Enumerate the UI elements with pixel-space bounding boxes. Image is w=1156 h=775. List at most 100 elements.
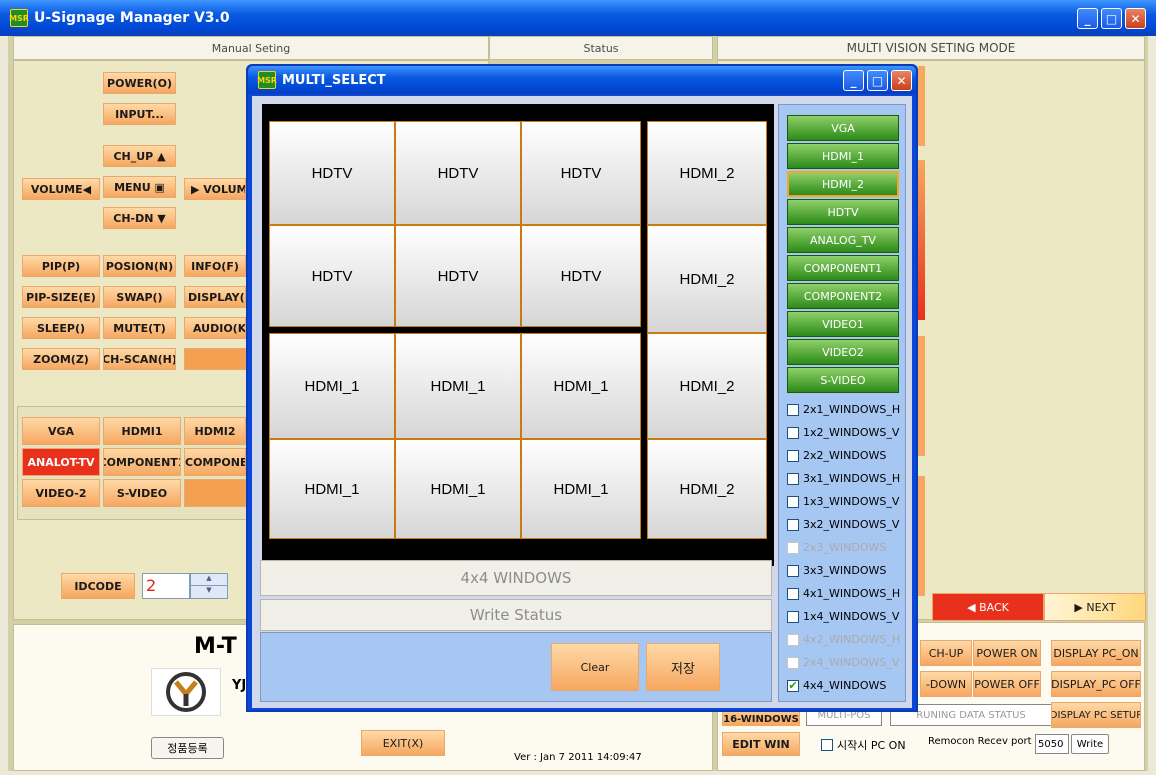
- checkmark-icon[interactable]: ✔: [787, 679, 799, 692]
- dialog-maximize-button[interactable]: □: [867, 70, 888, 91]
- input-button[interactable]: INPUT...: [103, 103, 176, 125]
- source-svideo-button[interactable]: S-VIDEO: [787, 367, 899, 393]
- save-button[interactable]: 저장: [646, 643, 720, 691]
- zoom-button[interactable]: ZOOM(Z): [22, 348, 100, 370]
- sleep-button[interactable]: SLEEP(): [22, 317, 100, 339]
- grid-cell[interactable]: HDMI_1: [521, 333, 641, 439]
- layout-checkbox[interactable]: 3x2_WINDOWS_V: [787, 518, 899, 531]
- checkbox-icon[interactable]: [787, 449, 799, 462]
- layout-checkbox[interactable]: ✔ 4x4_WINDOWS: [787, 679, 886, 692]
- source-video2-button[interactable]: VIDEO2: [787, 339, 899, 365]
- layout-checkbox[interactable]: 1x4_WINDOWS_V: [787, 610, 899, 623]
- power-on-button[interactable]: POWER ON: [973, 640, 1041, 666]
- input-svideo-button[interactable]: S-VIDEO: [103, 479, 181, 507]
- checkbox-icon[interactable]: [787, 610, 799, 623]
- volume-up-button[interactable]: ▶ VOLUM: [184, 178, 246, 200]
- checkbox-icon[interactable]: [787, 495, 799, 508]
- dialog-close-button[interactable]: ✕: [891, 70, 912, 91]
- layout-checkbox[interactable]: 3x1_WINDOWS_H: [787, 472, 900, 485]
- dialog-minimize-button[interactable]: _: [843, 70, 864, 91]
- clear-button[interactable]: Clear: [551, 643, 639, 691]
- layout-checkbox[interactable]: 1x2_WINDOWS_V: [787, 426, 899, 439]
- source-hdmi1-button[interactable]: HDMI_1: [787, 143, 899, 169]
- dialog-titlebar[interactable]: MSR MULTI_SELECT _ □ ✕: [248, 66, 916, 94]
- write-button[interactable]: Write: [1071, 734, 1109, 754]
- checkbox-icon[interactable]: [821, 739, 833, 751]
- source-vga-button[interactable]: VGA: [787, 115, 899, 141]
- source-hdmi2-button[interactable]: HDMI_2: [787, 171, 899, 197]
- volume-down-button[interactable]: VOLUME◀: [22, 178, 100, 200]
- source-component2-button[interactable]: COMPONENT2: [787, 283, 899, 309]
- menu-button[interactable]: MENU ▣: [103, 176, 176, 198]
- input-video2-button[interactable]: VIDEO-2: [22, 479, 100, 507]
- close-button[interactable]: ✕: [1125, 8, 1146, 29]
- input-blank-button[interactable]: [184, 479, 246, 507]
- layout-checkbox[interactable]: 1x3_WINDOWS_V: [787, 495, 899, 508]
- grid-cell[interactable]: HDMI_1: [521, 439, 641, 539]
- source-analog-tv-button[interactable]: ANALOG_TV: [787, 227, 899, 253]
- source-video1-button[interactable]: VIDEO1: [787, 311, 899, 337]
- grid-cell[interactable]: HDTV: [395, 121, 521, 225]
- checkbox-icon[interactable]: [787, 403, 799, 416]
- ch-up-right-button[interactable]: CH-UP: [920, 640, 972, 666]
- edit-win-button[interactable]: EDIT WIN: [722, 732, 800, 756]
- minimize-button[interactable]: _: [1077, 8, 1098, 29]
- back-button[interactable]: ◀ BACK: [932, 593, 1044, 621]
- idcode-input[interactable]: 2: [142, 573, 190, 599]
- mute-button[interactable]: MUTE(T): [103, 317, 176, 339]
- ch-dn-button[interactable]: CH-DN ▼: [103, 207, 176, 229]
- grid-cell[interactable]: HDTV: [395, 225, 521, 327]
- input-hdmi1-button[interactable]: HDMI1: [103, 417, 181, 445]
- power-button[interactable]: POWER(O): [103, 72, 176, 94]
- input-component2-button[interactable]: COMPONEN: [184, 448, 246, 476]
- input-hdmi2-button[interactable]: HDMI2: [184, 417, 246, 445]
- checkbox-icon[interactable]: [787, 587, 799, 600]
- display-pc-off-button[interactable]: DISPLAY_PC OFF: [1051, 671, 1141, 697]
- checkbox-icon[interactable]: [787, 518, 799, 531]
- checkbox-icon[interactable]: [787, 472, 799, 485]
- layout-checkbox[interactable]: 4x1_WINDOWS_H: [787, 587, 900, 600]
- grid-cell[interactable]: HDTV: [521, 121, 641, 225]
- posion-button[interactable]: POSION(N): [103, 255, 176, 277]
- grid-cell[interactable]: HDMI_1: [395, 439, 521, 539]
- swap-button[interactable]: SWAP(): [103, 286, 176, 308]
- checkbox-icon[interactable]: [787, 564, 799, 577]
- pip-button[interactable]: PIP(P): [22, 255, 100, 277]
- checkbox-icon[interactable]: [787, 426, 799, 439]
- exit-button[interactable]: EXIT(X): [361, 730, 445, 756]
- grid-cell[interactable]: HDMI_2: [647, 439, 767, 539]
- input-vga-button[interactable]: VGA: [22, 417, 100, 445]
- pip-size-button[interactable]: PIP-SIZE(E): [22, 286, 100, 308]
- grid-cell[interactable]: HDTV: [269, 225, 395, 327]
- register-button[interactable]: 정품등록: [151, 737, 224, 759]
- ch-scan-button[interactable]: CH-SCAN(H): [103, 348, 176, 370]
- grid-cell[interactable]: HDMI_1: [395, 333, 521, 439]
- grid-cell[interactable]: HDMI_1: [269, 333, 395, 439]
- grid-cell[interactable]: HDTV: [521, 225, 641, 327]
- next-button[interactable]: ▶ NEXT: [1044, 593, 1146, 621]
- grid-cell[interactable]: HDMI_2: [647, 333, 767, 439]
- power-off-button[interactable]: POWER OFF: [973, 671, 1041, 697]
- main-titlebar[interactable]: MSR U-Signage Manager V3.0 _ □ ✕: [0, 0, 1156, 36]
- spin-up-icon[interactable]: ▲: [191, 574, 227, 586]
- info-button[interactable]: INFO(F): [184, 255, 246, 277]
- blank-button[interactable]: [184, 348, 246, 370]
- port-input[interactable]: 5050: [1035, 734, 1069, 754]
- idcode-spinner[interactable]: ▲ ▼: [190, 573, 228, 599]
- maximize-button[interactable]: □: [1101, 8, 1122, 29]
- display-button[interactable]: DISPLAY(0: [184, 286, 246, 308]
- input-component1-button[interactable]: COMPONENT1: [103, 448, 181, 476]
- spin-down-icon[interactable]: ▼: [191, 586, 227, 598]
- audio-button[interactable]: AUDIO(K): [184, 317, 246, 339]
- grid-cell[interactable]: HDMI_2: [647, 121, 767, 225]
- source-hdtv-button[interactable]: HDTV: [787, 199, 899, 225]
- input-analog-tv-button[interactable]: ANALOT-TV: [22, 448, 100, 476]
- layout-checkbox[interactable]: 2x1_WINDOWS_H: [787, 403, 900, 416]
- source-component1-button[interactable]: COMPONENT1: [787, 255, 899, 281]
- grid-cell[interactable]: HDMI_1: [269, 439, 395, 539]
- grid-cell[interactable]: HDMI_2: [647, 225, 767, 333]
- startup-pc-checkbox[interactable]: 시작시 PC ON: [821, 737, 906, 753]
- layout-checkbox[interactable]: 3x3_WINDOWS: [787, 564, 886, 577]
- ch-down-right-button[interactable]: -DOWN: [920, 671, 972, 697]
- ch-up-button[interactable]: CH_UP ▲: [103, 145, 176, 167]
